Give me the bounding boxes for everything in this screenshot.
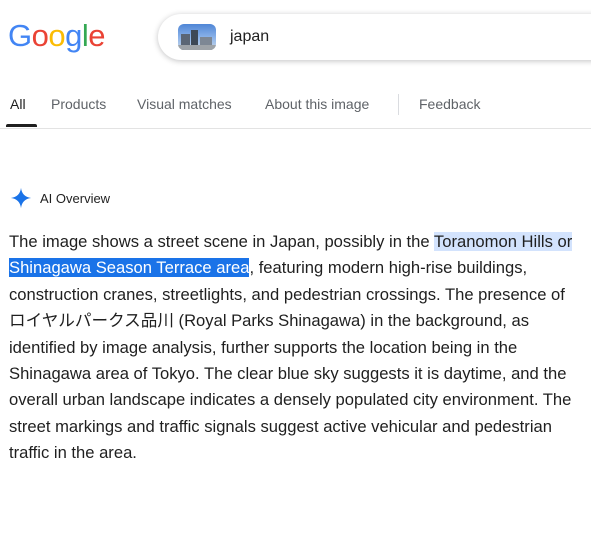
- search-query-text[interactable]: japan: [230, 28, 269, 46]
- results-tabs: All Products Visual matches About this i…: [0, 84, 591, 129]
- ai-overview-header: AI Overview: [10, 187, 110, 209]
- search-box[interactable]: japan: [158, 14, 591, 60]
- logo-letter: e: [88, 18, 106, 53]
- tab-products[interactable]: Products: [51, 96, 106, 112]
- logo-letter: o: [31, 18, 49, 53]
- google-logo[interactable]: Google: [8, 16, 106, 56]
- tab-visual-matches[interactable]: Visual matches: [137, 96, 232, 112]
- active-tab-indicator: [6, 124, 37, 127]
- logo-letter: g: [65, 18, 82, 53]
- tab-about-this-image[interactable]: About this image: [265, 96, 369, 112]
- tab-divider: [398, 94, 399, 115]
- sparkle-icon: [10, 187, 32, 209]
- google-lens-results-page: Google japan All Products Visual matches…: [0, 0, 591, 535]
- query-image-thumbnail[interactable]: [178, 24, 216, 50]
- tab-all[interactable]: All: [10, 96, 26, 112]
- ai-overview-title: AI Overview: [40, 190, 111, 206]
- overview-text-start: The image shows a street scene in Japan,…: [9, 232, 434, 251]
- logo-letter: G: [8, 18, 32, 53]
- feedback-link[interactable]: Feedback: [419, 96, 480, 112]
- selected-text-shinagawa[interactable]: Shinagawa Season Terrace area: [9, 258, 250, 278]
- highlighted-text-toranomon[interactable]: Toranomon Hills or: [433, 232, 573, 251]
- overview-text-rest: , featuring modern high-rise buildings, …: [9, 258, 572, 463]
- ai-overview-text: The image shows a street scene in Japan,…: [9, 229, 584, 467]
- logo-letter: o: [48, 18, 66, 53]
